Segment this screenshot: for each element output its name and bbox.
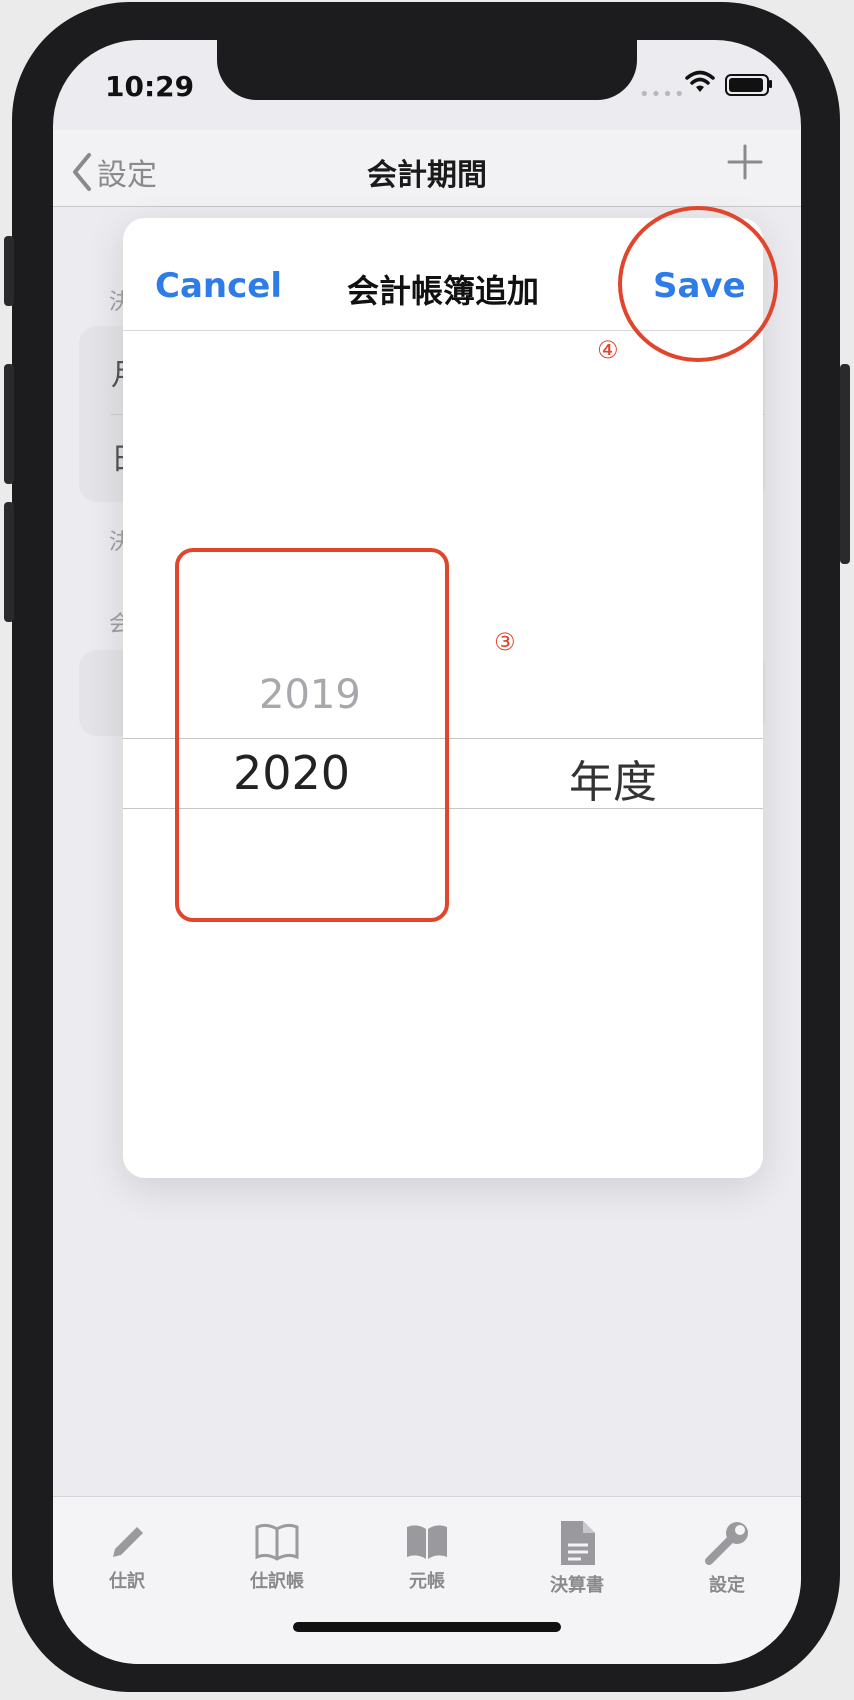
side-button-mute — [4, 236, 14, 306]
tab-bar: 仕訳 仕訳帳 元帳 決算書 設定 — [53, 1496, 801, 1664]
tab-journal-book[interactable]: 仕訳帳 — [227, 1519, 327, 1593]
pencil-icon — [113, 1527, 143, 1557]
page-title: 会計期間 — [367, 158, 487, 193]
tab-journal[interactable]: 仕訳 — [77, 1519, 177, 1593]
tab-ledger[interactable]: 元帳 — [377, 1519, 477, 1593]
annotation-highlight-save — [618, 206, 778, 362]
annotation-step-4: ④ — [597, 336, 619, 364]
document-icon — [561, 1521, 595, 1565]
tab-label: 仕訳帳 — [250, 1571, 304, 1592]
tab-label: 設定 — [709, 1575, 745, 1596]
annotation-highlight-picker — [175, 548, 449, 922]
battery-tip — [769, 80, 772, 88]
wifi-icon — [685, 70, 715, 92]
side-button-power — [840, 364, 850, 564]
side-button-volume-down — [4, 502, 14, 622]
tab-label: 元帳 — [409, 1571, 445, 1592]
home-indicator — [293, 1622, 561, 1632]
open-book-outline-icon — [255, 1523, 299, 1561]
tab-financial-statements[interactable]: 決算書 — [527, 1519, 627, 1597]
battery-icon — [725, 74, 769, 96]
notch — [217, 40, 637, 100]
book-filled-icon — [407, 1525, 447, 1559]
status-time: 10:29 — [105, 70, 195, 103]
signal-icon: •••• — [639, 84, 686, 105]
side-button-volume-up — [4, 364, 14, 484]
add-button[interactable] — [725, 142, 765, 190]
tab-label: 決算書 — [550, 1575, 604, 1596]
picker-unit-label: 年度 — [569, 757, 657, 808]
tab-settings[interactable]: 設定 — [677, 1519, 777, 1597]
wrench-icon — [705, 1522, 748, 1565]
annotation-step-3: ③ — [494, 628, 516, 656]
navigation-bar: 設定 会計期間 — [53, 130, 801, 207]
plus-icon — [727, 144, 763, 180]
tab-label: 仕訳 — [109, 1571, 145, 1592]
